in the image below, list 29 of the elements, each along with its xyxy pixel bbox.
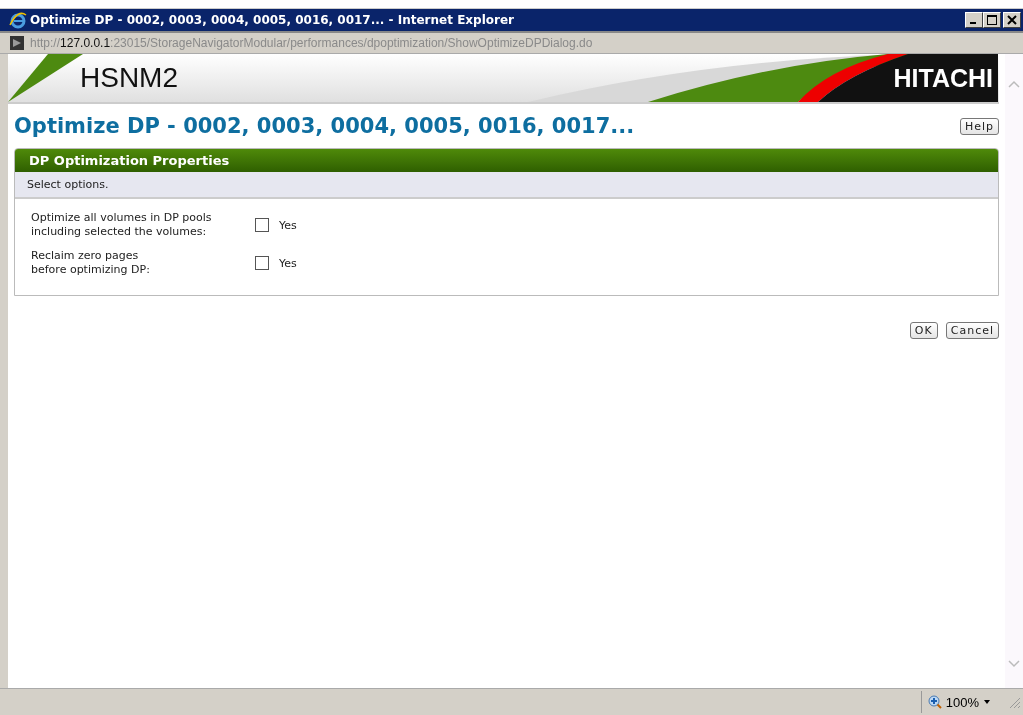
maximize-button[interactable] (983, 12, 1001, 28)
close-icon (1007, 15, 1017, 25)
ok-button[interactable]: OK (909, 322, 938, 339)
window-title: Optimize DP - 0002, 0003, 0004, 0005, 0016, 0017... - Internet Explorer (30, 13, 515, 27)
resize-grip-icon[interactable] (1007, 695, 1021, 709)
caret-icon (983, 699, 991, 705)
minimize-button[interactable] (965, 12, 983, 28)
close-button[interactable] (1003, 12, 1021, 28)
page-icon (10, 36, 24, 50)
zoom-level: 100% (945, 694, 979, 710)
product-name: HSNM2 (80, 62, 178, 94)
minimize-icon (969, 22, 976, 24)
url-text[interactable]: http://127.0.0.1:23015/StorageNavigatorModular/performances/dpoptimization/ShowOptimizeDPDialog.do (30, 36, 593, 50)
maximize-icon (987, 15, 997, 25)
option-label: Optimize all volumes in DP pools including selected the volumes: (31, 211, 213, 239)
checkbox[interactable] (255, 218, 269, 232)
option-label: Reclaim zero pages before optimizing DP: (31, 249, 151, 277)
page-heading: Optimize DP - 0002, 0003, 0004, 0005, 0016, 0017... (14, 114, 635, 138)
instruction-text: Select options. (15, 172, 998, 199)
checkbox[interactable] (255, 256, 269, 270)
checkbox-label: Yes (279, 218, 297, 232)
checkbox-label: Yes (279, 256, 297, 270)
panel-title: DP Optimization Properties (15, 149, 998, 172)
help-button[interactable]: Help (959, 117, 999, 135)
brand-logo: HITACHI (893, 63, 993, 93)
cancel-button[interactable]: Cancel (945, 322, 999, 339)
zoom-control[interactable]: 100% (920, 691, 1001, 713)
zoom-icon (927, 695, 942, 709)
browser-icon (9, 11, 27, 29)
